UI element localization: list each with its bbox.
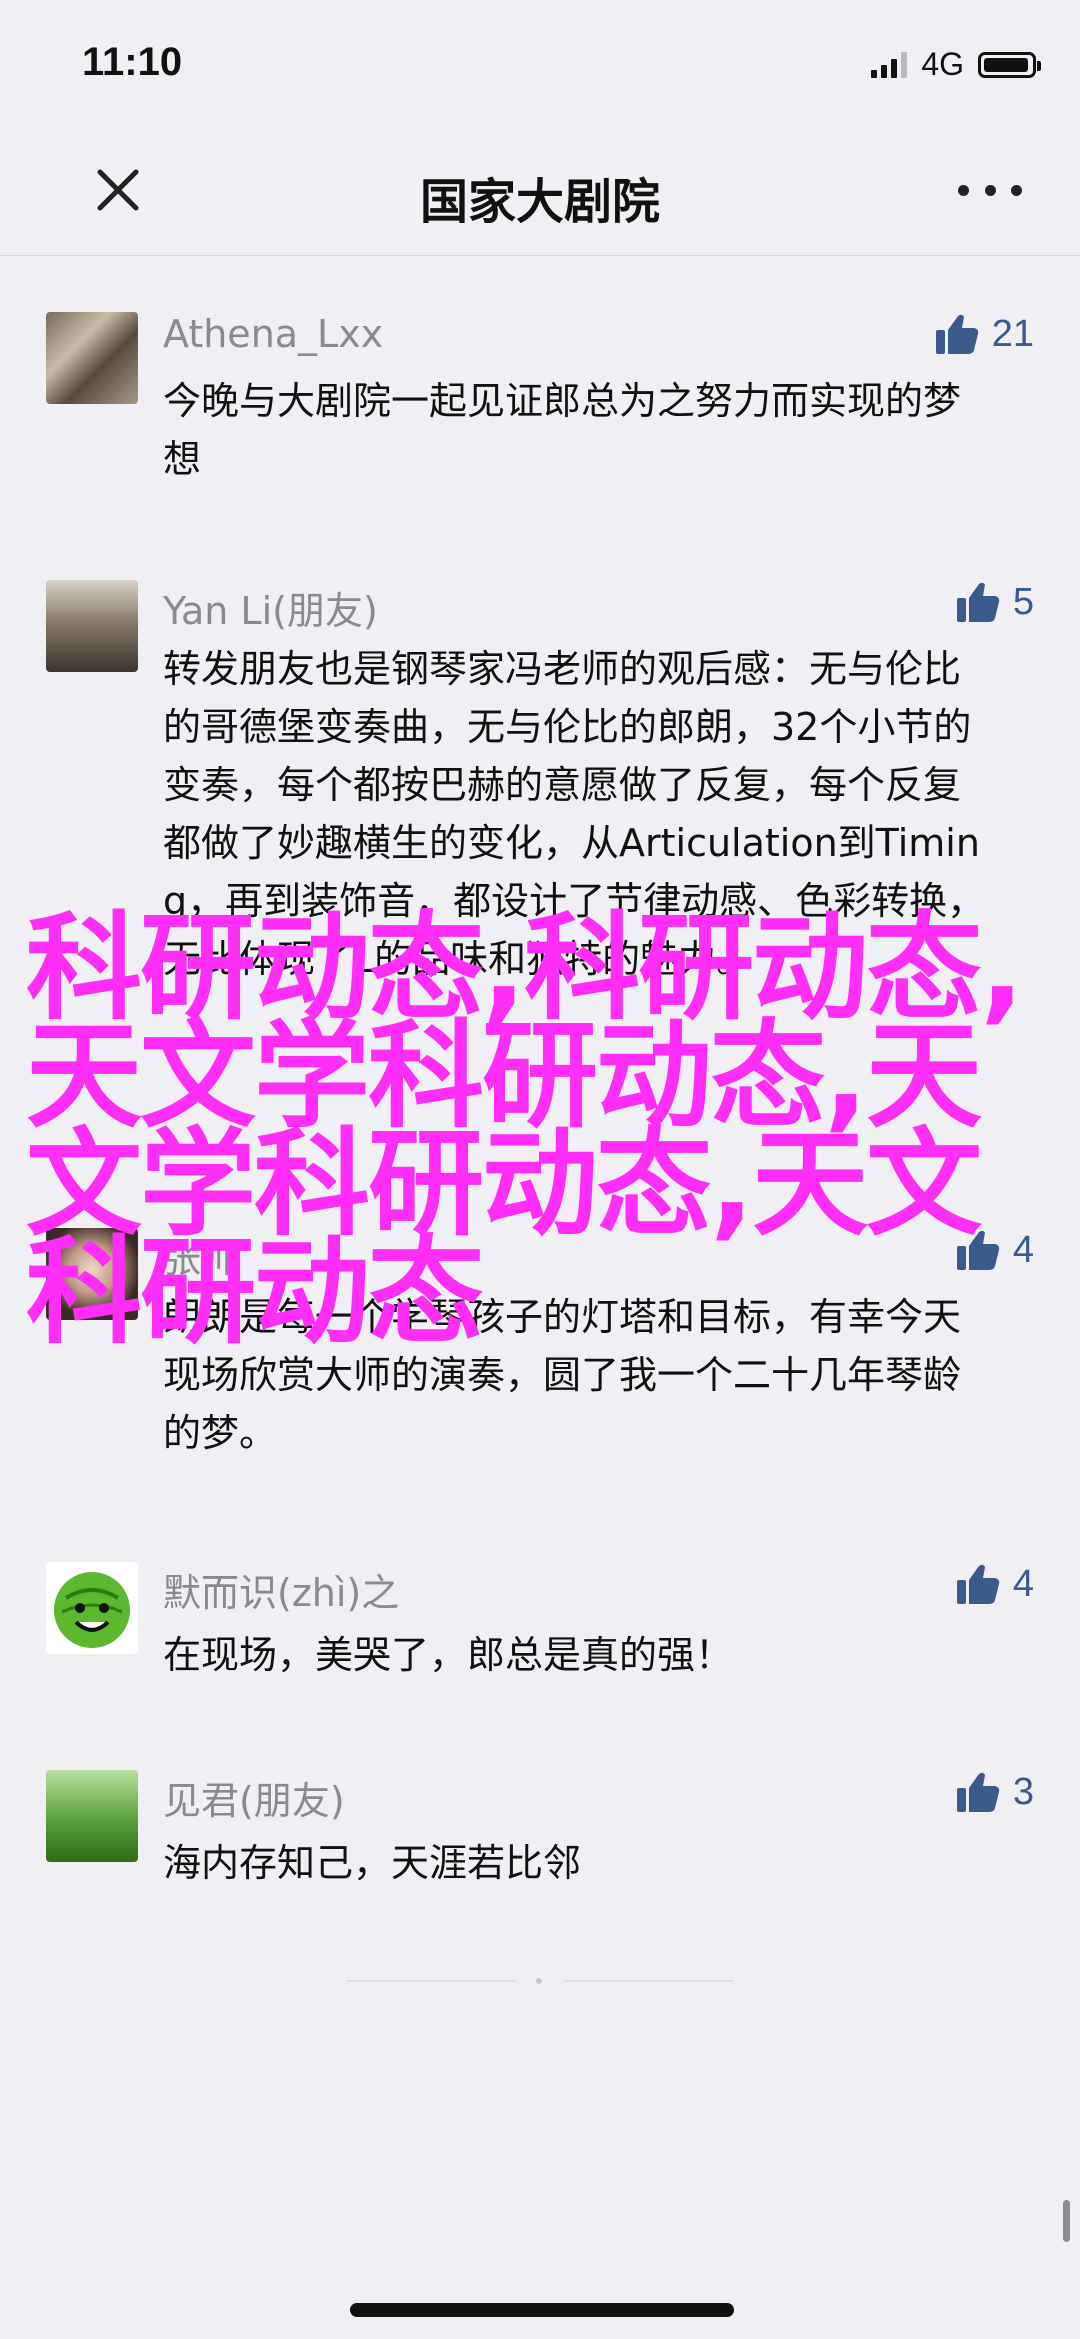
status-bar: 11:10 4G	[0, 0, 1080, 130]
end-divider-left	[346, 1980, 516, 1982]
comment-author[interactable]: Athena_Lxx	[163, 312, 383, 356]
avatar[interactable]	[46, 1770, 138, 1862]
like-count: 3	[1012, 1770, 1034, 1813]
comment-author[interactable]: Yan Li(朋友)	[163, 580, 378, 635]
signal-icon	[871, 51, 908, 78]
more-icon-dot	[958, 184, 969, 196]
like-count: 4	[1012, 1228, 1034, 1271]
comment-text: 今晚与大剧院一起见证郎总为之努力而实现的梦想	[163, 379, 962, 481]
network-label: 4G	[921, 46, 964, 82]
end-divider-dot	[536, 1978, 542, 1984]
like-count: 4	[1012, 1562, 1034, 1605]
status-time: 11:10	[82, 40, 183, 84]
comment-author[interactable]: 张帅	[163, 1228, 239, 1283]
more-button[interactable]	[958, 170, 1022, 210]
watermelon-face-icon	[54, 1572, 130, 1648]
thumb-up-icon	[956, 582, 1000, 622]
end-divider-right	[564, 1980, 734, 1982]
like-button[interactable]: 3	[955, 1770, 1034, 1814]
avatar[interactable]	[46, 1228, 138, 1320]
comment-author[interactable]: 默而识(zhì)之	[163, 1562, 399, 1617]
avatar[interactable]	[46, 1562, 138, 1654]
comment-text: 转发朋友也是钢琴家冯老师的观后感：无与伦比的哥德堡变奏曲，无与伦比的郎朗，32个…	[163, 647, 986, 981]
battery-icon	[978, 51, 1041, 78]
home-indicator[interactable]	[350, 2303, 734, 2317]
thumb-up-icon	[956, 1230, 1000, 1270]
page-title: 国家大剧院	[419, 174, 660, 230]
comment-author[interactable]: 见君(朋友)	[163, 1770, 345, 1825]
avatar[interactable]	[46, 312, 138, 404]
thumb-up-icon	[956, 1564, 1000, 1604]
like-button[interactable]: 4	[955, 1562, 1034, 1606]
like-count: 5	[1012, 580, 1034, 623]
like-count: 21	[991, 312, 1034, 355]
thumb-up-icon	[956, 1772, 1000, 1812]
more-icon-dot	[984, 184, 996, 196]
nav-bar: 国家大剧院	[0, 130, 1080, 256]
like-button[interactable]: 21	[934, 312, 1034, 356]
comment-text: 海内存知己，天涯若比邻	[163, 1841, 582, 1885]
comment-text: 朗朗是每一个学琴孩子的灯塔和目标，有幸今天现场欣赏大师的演奏，圆了我一个二十几年…	[163, 1295, 962, 1455]
like-button[interactable]: 5	[955, 580, 1034, 624]
avatar[interactable]	[46, 580, 138, 672]
comment-text: 在现场，美哭了，郎总是真的强！	[163, 1633, 734, 1677]
scrollbar[interactable]	[1063, 2200, 1070, 2242]
like-button[interactable]: 4	[955, 1228, 1034, 1272]
more-icon-dot	[1011, 184, 1022, 196]
status-indicators: 4G	[871, 46, 1041, 83]
thumb-up-icon	[935, 314, 978, 354]
